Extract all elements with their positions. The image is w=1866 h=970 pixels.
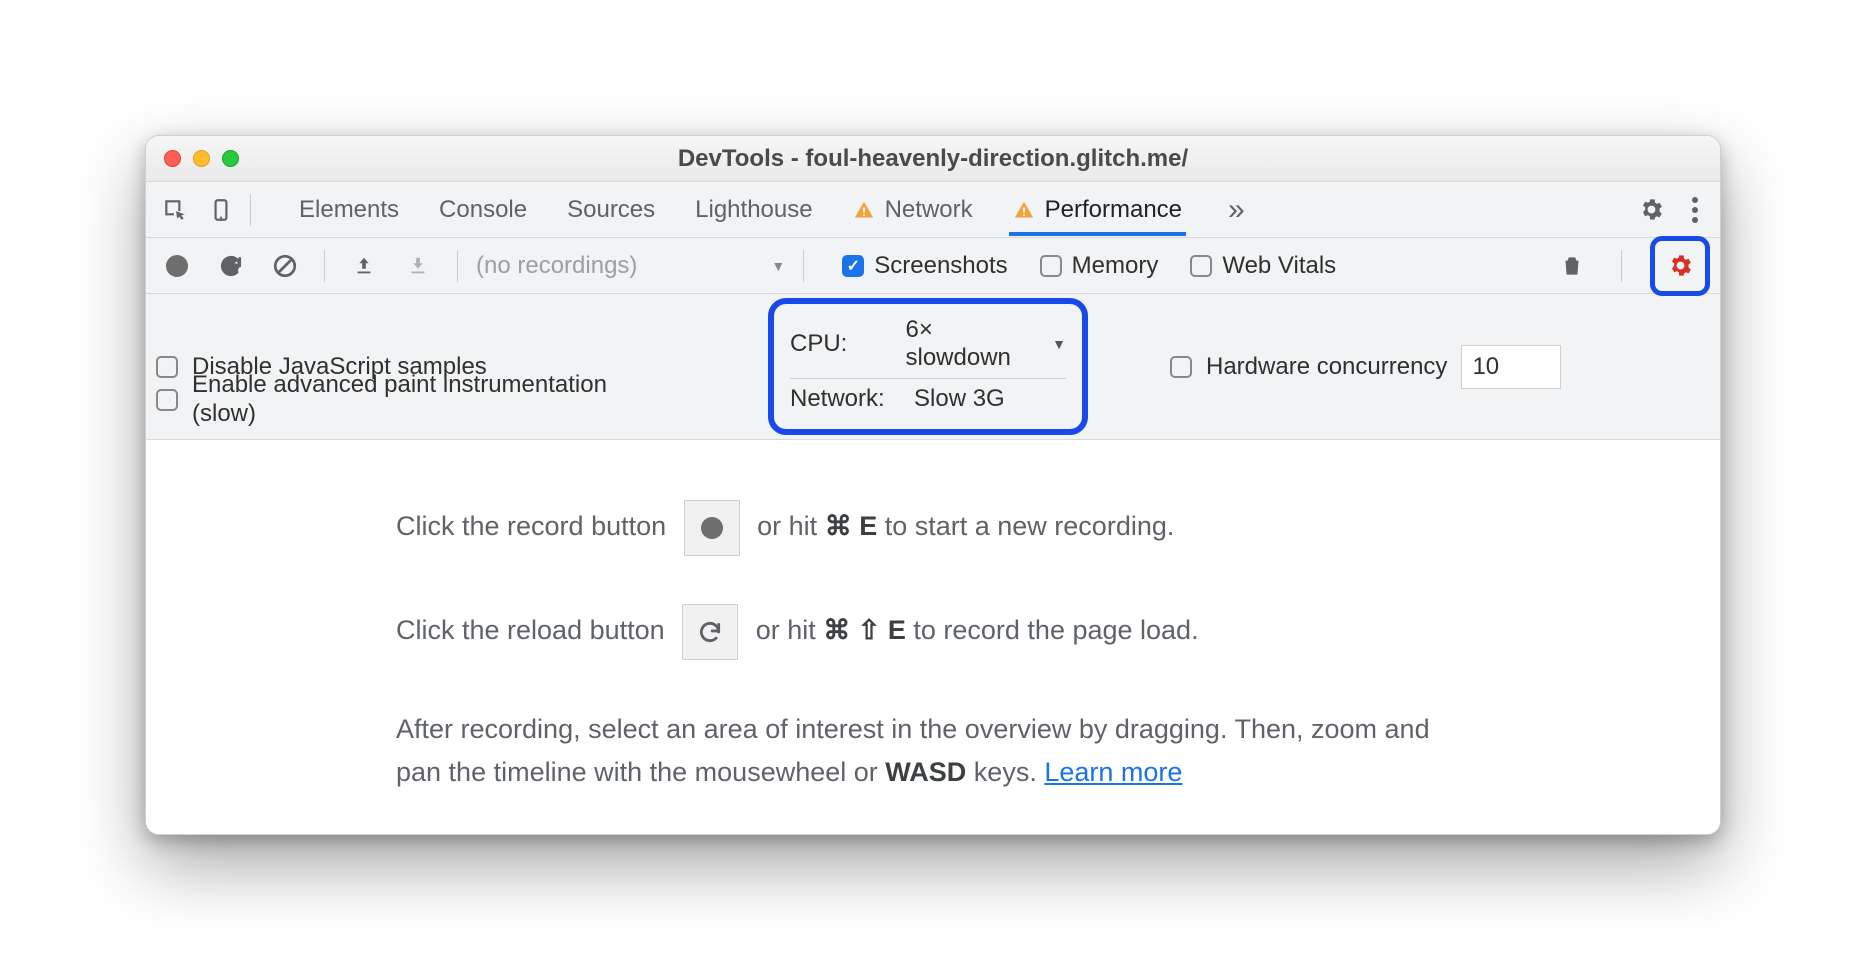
hardware-concurrency-label: Hardware concurrency bbox=[1206, 353, 1447, 381]
load-profile-icon[interactable] bbox=[343, 245, 385, 287]
memory-checkbox[interactable] bbox=[1040, 255, 1062, 277]
inspect-element-icon[interactable] bbox=[154, 189, 196, 231]
window-controls bbox=[164, 150, 239, 167]
capture-settings-highlight bbox=[1650, 236, 1710, 296]
web-vitals-checkbox[interactable] bbox=[1190, 255, 1212, 277]
tab-sources[interactable]: Sources bbox=[563, 184, 659, 236]
more-tabs-button[interactable]: » bbox=[1218, 193, 1255, 227]
tab-network[interactable]: Network bbox=[849, 184, 977, 236]
network-throttling-dropdown[interactable]: Network: Slow 3G bbox=[790, 379, 1066, 419]
memory-label: Memory bbox=[1072, 252, 1159, 280]
collect-garbage-icon[interactable] bbox=[1551, 245, 1593, 287]
throttling-highlight: CPU: 6× slowdown ▼ Network: Slow 3G bbox=[768, 298, 1088, 435]
window-title: DevTools - foul-heavenly-direction.glitc… bbox=[146, 145, 1720, 173]
hardware-concurrency-checkbox[interactable] bbox=[1170, 356, 1192, 378]
warning-icon bbox=[853, 200, 875, 220]
zoom-window-button[interactable] bbox=[222, 150, 239, 167]
tab-lighthouse[interactable]: Lighthouse bbox=[691, 184, 816, 236]
minimize-window-button[interactable] bbox=[193, 150, 210, 167]
instructions-area: Click the record button or hit ⌘ E to st… bbox=[146, 440, 1720, 834]
instruction-zoom: After recording, select an area of inter… bbox=[396, 708, 1470, 794]
web-vitals-label: Web Vitals bbox=[1222, 252, 1336, 280]
titlebar: DevTools - foul-heavenly-direction.glitc… bbox=[146, 136, 1720, 182]
hardware-concurrency-input[interactable] bbox=[1461, 345, 1561, 389]
tab-performance[interactable]: Performance bbox=[1009, 184, 1186, 236]
screenshots-label: Screenshots bbox=[874, 252, 1007, 280]
devtools-menu-icon[interactable] bbox=[1678, 197, 1712, 223]
capture-settings-panel: Disable JavaScript samples CPU: 6× slowd… bbox=[146, 294, 1720, 440]
paint-instrumentation-label: Enable advanced paint instrumentation (s… bbox=[192, 371, 662, 429]
devtools-settings-icon[interactable] bbox=[1630, 189, 1672, 231]
device-toolbar-icon[interactable] bbox=[200, 189, 242, 231]
screenshots-checkbox[interactable]: ✓ bbox=[842, 255, 864, 277]
record-button-sample bbox=[684, 500, 740, 556]
capture-settings-icon[interactable] bbox=[1659, 245, 1701, 287]
paint-instrumentation-checkbox[interactable] bbox=[156, 389, 178, 411]
warning-icon bbox=[1013, 200, 1035, 220]
devtools-window: DevTools - foul-heavenly-direction.glitc… bbox=[145, 135, 1721, 835]
cpu-throttling-dropdown[interactable]: CPU: 6× slowdown ▼ bbox=[790, 310, 1066, 379]
record-button[interactable] bbox=[156, 245, 198, 287]
tab-console[interactable]: Console bbox=[435, 184, 531, 236]
performance-toolbar: (no recordings) ▼ ✓ Screenshots Memory W… bbox=[146, 238, 1720, 294]
instruction-reload: Click the reload button or hit ⌘ ⇧ E to … bbox=[396, 604, 1470, 660]
tab-elements[interactable]: Elements bbox=[295, 184, 403, 236]
save-profile-icon[interactable] bbox=[397, 245, 439, 287]
close-window-button[interactable] bbox=[164, 150, 181, 167]
reload-record-button[interactable] bbox=[210, 245, 252, 287]
devtools-tabbar: Elements Console Sources Lighthouse Netw… bbox=[146, 182, 1720, 238]
learn-more-link[interactable]: Learn more bbox=[1044, 757, 1182, 787]
instruction-record: Click the record button or hit ⌘ E to st… bbox=[396, 500, 1470, 556]
recordings-dropdown[interactable]: (no recordings) ▼ bbox=[476, 252, 785, 280]
clear-button[interactable] bbox=[264, 245, 306, 287]
reload-button-sample bbox=[682, 604, 738, 660]
